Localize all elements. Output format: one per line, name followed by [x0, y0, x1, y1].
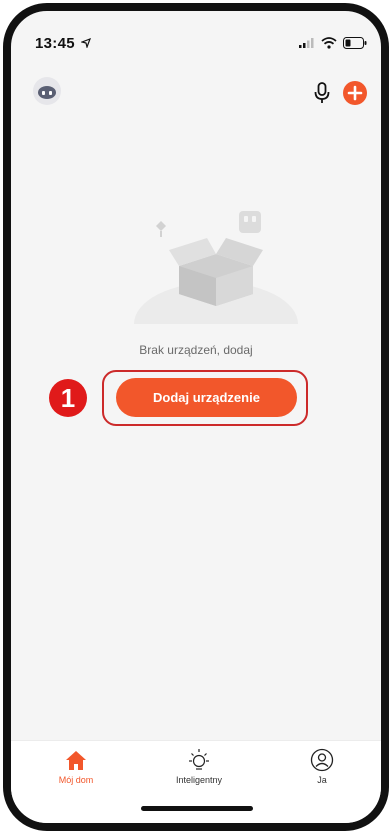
top-bar	[11, 73, 381, 113]
phone-screen: 13:45 Brak urządzeń, dodaj 1 Dodaj urząd…	[0, 0, 392, 834]
battery-icon	[343, 37, 367, 49]
phone-frame: 13:45 Brak urządzeń, dodaj 1 Dodaj urząd…	[3, 3, 389, 831]
wifi-icon	[321, 37, 337, 49]
status-icons	[299, 37, 367, 49]
tab-me-label: Ja	[317, 775, 327, 785]
tab-bar: Mój dom Inteligentny Ja	[11, 740, 381, 823]
tab-smart-label: Inteligentny	[175, 775, 223, 785]
tab-my-home-label: Mój dom	[58, 775, 94, 785]
status-time: 13:45	[35, 35, 92, 52]
add-device-button[interactable]: Dodaj urządzenie	[116, 378, 297, 417]
tab-my-home[interactable]: Mój dom	[21, 747, 131, 785]
tab-smart[interactable]: Inteligentny	[144, 747, 254, 785]
tab-me[interactable]: Ja	[267, 747, 377, 785]
empty-state-text: Brak urządzeń, dodaj	[139, 343, 253, 357]
microphone-icon[interactable]	[311, 81, 333, 105]
sun-icon	[189, 749, 209, 770]
add-device-top-button[interactable]	[343, 81, 367, 105]
robot-avatar-icon[interactable]	[33, 77, 61, 105]
step-number-badge: 1	[49, 379, 87, 417]
status-bar: 13:45	[11, 11, 381, 61]
home-indicator[interactable]	[141, 806, 253, 811]
user-icon	[310, 748, 334, 772]
plus-icon	[347, 85, 363, 101]
signal-icon	[299, 38, 314, 48]
location-arrow-icon	[80, 37, 92, 50]
status-time-text: 13:45	[35, 35, 75, 52]
empty-box-illustration	[131, 211, 301, 331]
home-icon	[66, 751, 86, 770]
